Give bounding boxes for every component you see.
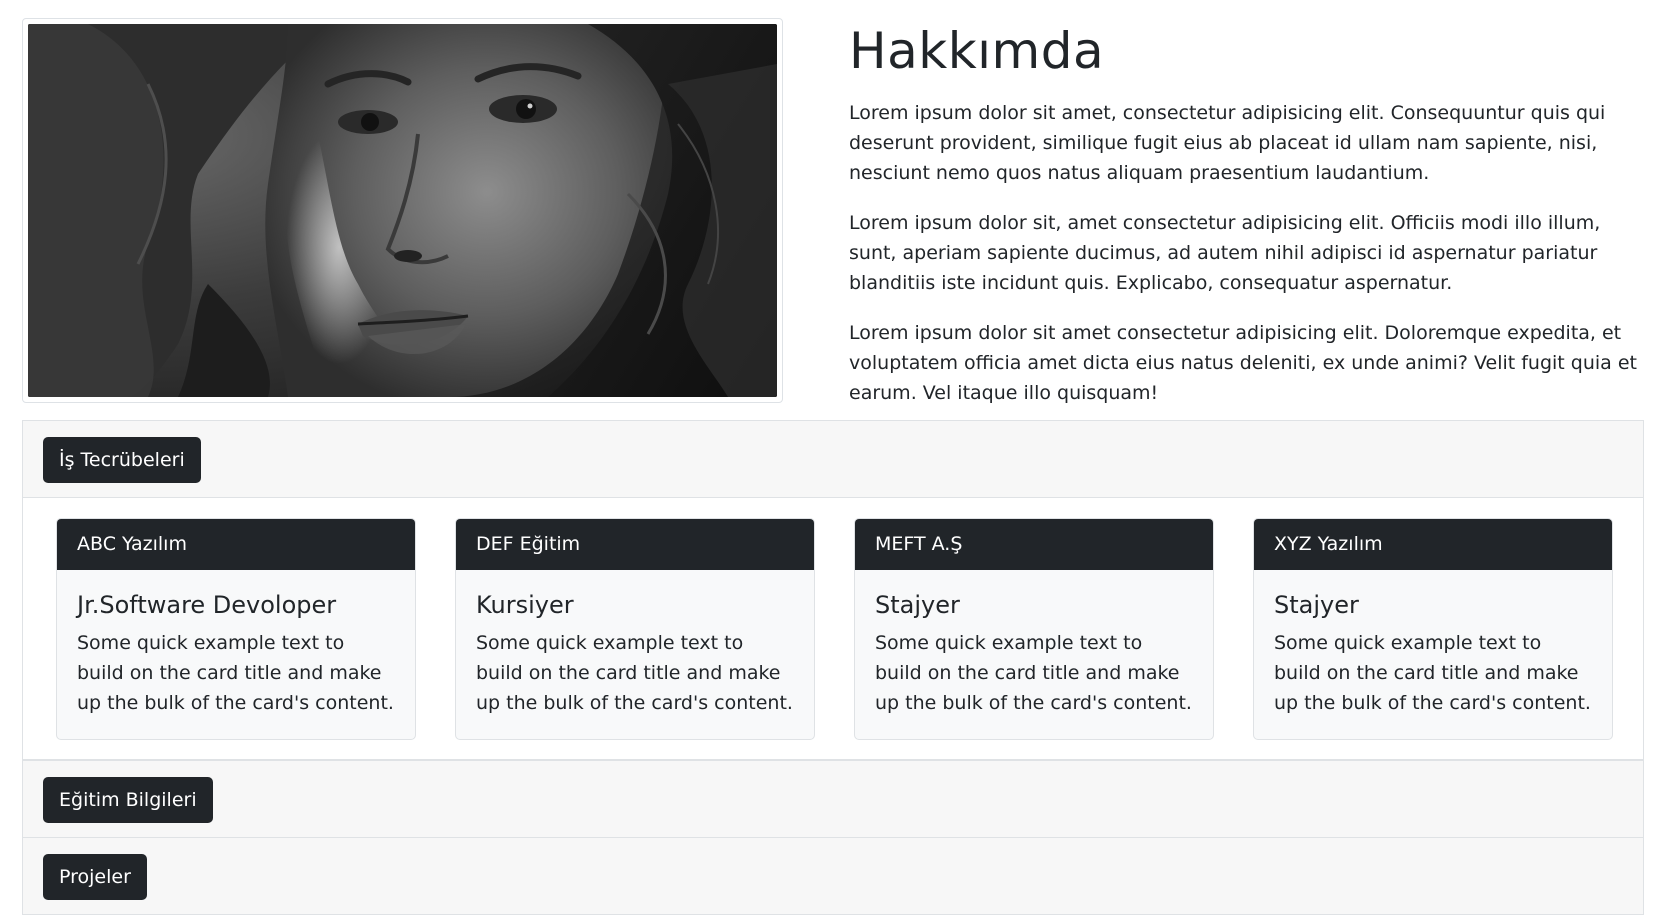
- card-body: Stajyer Some quick example text to build…: [855, 570, 1213, 738]
- card-title: Stajyer: [1274, 591, 1359, 619]
- card-body: Jr.Software Devoloper Some quick example…: [57, 570, 415, 738]
- experience-card-4: XYZ Yazılım Stajyer Some quick example t…: [1253, 518, 1613, 740]
- page: Hakkımda Lorem ipsum dolor sit amet, con…: [0, 0, 1670, 915]
- accordion-education-header: Eğitim Bilgileri: [23, 761, 1643, 837]
- projects-toggle-button[interactable]: Projeler: [43, 854, 147, 900]
- accordion-experience-header: İş Tecrübeleri: [23, 421, 1643, 497]
- experience-toggle-button[interactable]: İş Tecrübeleri: [43, 437, 201, 483]
- card-text: Some quick example text to build on the …: [77, 632, 394, 714]
- card-body: Stajyer Some quick example text to build…: [1254, 570, 1612, 738]
- profile-photo: [28, 24, 777, 397]
- about-paragraph-2: Lorem ipsum dolor sit, amet consectetur …: [849, 212, 1601, 294]
- card-title: Jr.Software Devoloper: [77, 591, 337, 619]
- accordion-education: Eğitim Bilgileri: [22, 760, 1644, 838]
- accordion-projects: Projeler: [22, 837, 1644, 915]
- education-toggle-button[interactable]: Eğitim Bilgileri: [43, 777, 213, 823]
- card-company: MEFT A.Ş: [855, 519, 1213, 570]
- experience-card-1: ABC Yazılım Jr.Software Devoloper Some q…: [56, 518, 416, 740]
- card-title: Kursiyer: [476, 591, 574, 619]
- about-section: Hakkımda Lorem ipsum dolor sit amet, con…: [849, 18, 1649, 428]
- portrait-image: [28, 24, 777, 397]
- accordion-experience: İş Tecrübeleri ABC Yazılım Jr.Software D…: [22, 420, 1644, 760]
- profile-photo-frame: [22, 18, 783, 403]
- card-text: Some quick example text to build on the …: [476, 632, 793, 714]
- experience-card-3: MEFT A.Ş Stajyer Some quick example text…: [854, 518, 1214, 740]
- card-company: XYZ Yazılım: [1254, 519, 1612, 570]
- about-paragraph-3: Lorem ipsum dolor sit amet consectetur a…: [849, 322, 1637, 404]
- about-paragraph-1: Lorem ipsum dolor sit amet, consectetur …: [849, 102, 1606, 184]
- card-company: DEF Eğitim: [456, 519, 814, 570]
- experience-card-2: DEF Eğitim Kursiyer Some quick example t…: [455, 518, 815, 740]
- accordion-projects-header: Projeler: [23, 838, 1643, 914]
- about-title: Hakkımda: [849, 22, 1105, 80]
- card-body: Kursiyer Some quick example text to buil…: [456, 570, 814, 738]
- card-text: Some quick example text to build on the …: [1274, 632, 1591, 714]
- card-company: ABC Yazılım: [57, 519, 415, 570]
- accordion-experience-body: ABC Yazılım Jr.Software Devoloper Some q…: [23, 497, 1643, 759]
- card-title: Stajyer: [875, 591, 960, 619]
- card-text: Some quick example text to build on the …: [875, 632, 1192, 714]
